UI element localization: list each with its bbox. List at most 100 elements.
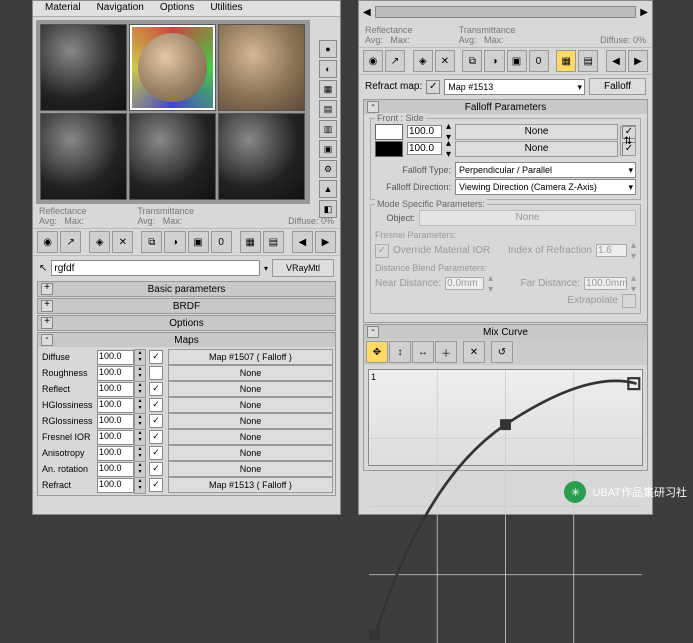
delete-point-icon[interactable]: ✕ <box>463 341 485 363</box>
anirot-amount[interactable]: 100.0 <box>97 462 134 477</box>
rgloss-map-button[interactable]: None <box>168 413 333 429</box>
options-icon[interactable]: ⚙ <box>319 160 337 178</box>
rgloss-checkbox[interactable]: ✓ <box>149 414 163 428</box>
backlight-icon[interactable]: ◐ <box>319 60 337 78</box>
show-map-icon[interactable]: ▦ <box>556 50 576 72</box>
material-id-channel-icon[interactable]: 0 <box>211 231 232 253</box>
falloff-direction-dropdown[interactable]: Viewing Direction (Camera Z-Axis) <box>455 179 636 195</box>
amount-1[interactable]: 100.0 <box>407 125 442 138</box>
make-unique-icon[interactable]: ◑ <box>164 231 185 253</box>
refract-map-dropdown[interactable]: Map #1513 <box>444 79 585 95</box>
aniso-map-button[interactable]: None <box>168 445 333 461</box>
mat-slot[interactable] <box>218 24 305 111</box>
spinner[interactable]: ▴▾ <box>134 429 146 446</box>
amount-2[interactable]: 100.0 <box>407 142 442 155</box>
refract-map-checkbox[interactable]: ✓ <box>426 80 440 94</box>
pick-icon[interactable]: ↖ <box>39 263 47 274</box>
hgloss-amount[interactable]: 100.0 <box>97 398 134 413</box>
video-check-icon[interactable]: ▥ <box>319 120 337 138</box>
assign-icon[interactable]: ◈ <box>413 50 433 72</box>
preview-icon[interactable]: ▣ <box>319 140 337 158</box>
spinner[interactable]: ▴▾ <box>134 461 146 478</box>
put-library-icon[interactable]: ▣ <box>188 231 209 253</box>
hgloss-map-button[interactable]: None <box>168 397 333 413</box>
material-id-channel-icon[interactable]: 0 <box>529 50 549 72</box>
uv-tile-icon[interactable]: ▤ <box>319 100 337 118</box>
material-name-input[interactable] <box>51 260 260 276</box>
hgloss-checkbox[interactable]: ✓ <box>149 398 163 412</box>
diffuse-map-button[interactable]: Map #1507 ( Falloff ) <box>168 349 333 365</box>
swap-icon[interactable]: ⇅ <box>620 126 636 156</box>
color-1-swatch[interactable] <box>375 124 403 140</box>
falloff-type-dropdown[interactable]: Perpendicular / Parallel <box>455 162 636 178</box>
refract-map-button[interactable]: Map #1513 ( Falloff ) <box>168 477 333 493</box>
roughness-checkbox[interactable] <box>149 366 163 380</box>
add-point-icon[interactable]: ＋ <box>435 341 457 363</box>
mat-slot[interactable] <box>129 113 216 200</box>
menu-options[interactable]: Options <box>152 1 202 16</box>
diffuse-checkbox[interactable]: ✓ <box>149 350 163 364</box>
mat-slot[interactable] <box>218 113 305 200</box>
refract-amount[interactable]: 100.0 <box>97 478 134 493</box>
select-icon[interactable]: ▲ <box>319 180 337 198</box>
fresnel-map-button[interactable]: None <box>168 429 333 445</box>
show-end-result-icon[interactable]: ▤ <box>578 50 598 72</box>
aniso-amount[interactable]: 100.0 <box>97 446 134 461</box>
background-icon[interactable]: ▦ <box>319 80 337 98</box>
spinner[interactable]: ▴▾ <box>134 413 146 430</box>
make-copy-icon[interactable]: ⧉ <box>141 231 162 253</box>
go-forward-icon[interactable]: ▶ <box>315 231 336 253</box>
get-material-icon[interactable]: ◉ <box>37 231 58 253</box>
reset-icon[interactable]: ↺ <box>491 341 513 363</box>
rollup-basic[interactable]: +Basic parameters <box>37 281 336 297</box>
show-map-icon[interactable]: ▦ <box>240 231 261 253</box>
material-type-button[interactable]: VRayMtl <box>272 259 334 277</box>
reflect-amount[interactable]: 100.0 <box>97 382 134 397</box>
spinner[interactable]: ▴▾ <box>134 349 146 366</box>
material-id-icon[interactable]: ◧ <box>319 200 337 218</box>
delete-icon[interactable]: ✕ <box>435 50 455 72</box>
rollup-brdf[interactable]: +BRDF <box>37 298 336 314</box>
spinner[interactable]: ▴▾ <box>134 381 146 398</box>
show-end-result-icon[interactable]: ▤ <box>263 231 284 253</box>
refract-checkbox[interactable]: ✓ <box>149 478 163 492</box>
nav-back-icon[interactable]: ◀ <box>363 7 371 18</box>
reflect-checkbox[interactable]: ✓ <box>149 382 163 396</box>
mix-curve-graph[interactable]: 1 <box>368 369 643 466</box>
spinner[interactable]: ▴▾ <box>134 397 146 414</box>
scale-h-icon[interactable]: ↔ <box>412 341 434 363</box>
roughness-amount[interactable]: 100.0 <box>97 366 134 381</box>
rollup-falloff-header[interactable]: -Falloff Parameters <box>364 100 647 114</box>
diffuse-amount[interactable]: 100.0 <box>97 350 134 365</box>
spinner[interactable]: ▴▾ <box>446 138 451 160</box>
mat-slot[interactable] <box>40 113 127 200</box>
rollup-options[interactable]: +Options <box>37 315 336 331</box>
get-material-icon[interactable]: ◉ <box>363 50 383 72</box>
anirot-checkbox[interactable]: ✓ <box>149 462 163 476</box>
mat-slot[interactable] <box>40 24 127 111</box>
delete-icon[interactable]: ✕ <box>112 231 133 253</box>
reflect-map-button[interactable]: None <box>168 381 333 397</box>
roughness-map-button[interactable]: None <box>168 365 333 381</box>
aniso-checkbox[interactable]: ✓ <box>149 446 163 460</box>
mat-slot[interactable] <box>129 24 216 111</box>
scale-v-icon[interactable]: ↕ <box>389 341 411 363</box>
assign-icon[interactable]: ◈ <box>89 231 110 253</box>
fresnel-checkbox[interactable]: ✓ <box>149 430 163 444</box>
spinner[interactable]: ▴▾ <box>134 477 146 494</box>
spinner[interactable]: ▴▾ <box>134 445 146 462</box>
put-material-icon[interactable]: ↗ <box>60 231 81 253</box>
map-1-button[interactable]: None <box>455 124 618 140</box>
move-icon[interactable]: ✥ <box>366 341 388 363</box>
falloff-type-button[interactable]: Falloff <box>589 78 646 95</box>
go-forward-icon[interactable]: ▶ <box>628 50 648 72</box>
menu-material[interactable]: Material <box>37 1 89 16</box>
map-2-button[interactable]: None <box>455 141 618 157</box>
sample-type-icon[interactable]: ● <box>319 40 337 58</box>
menu-navigation[interactable]: Navigation <box>89 1 152 16</box>
rollup-mix-header[interactable]: -Mix Curve <box>364 325 647 339</box>
rollup-maps-header[interactable]: -Maps <box>38 333 335 347</box>
make-unique-icon[interactable]: ◑ <box>484 50 504 72</box>
anirot-map-button[interactable]: None <box>168 461 333 477</box>
put-material-icon[interactable]: ↗ <box>385 50 405 72</box>
